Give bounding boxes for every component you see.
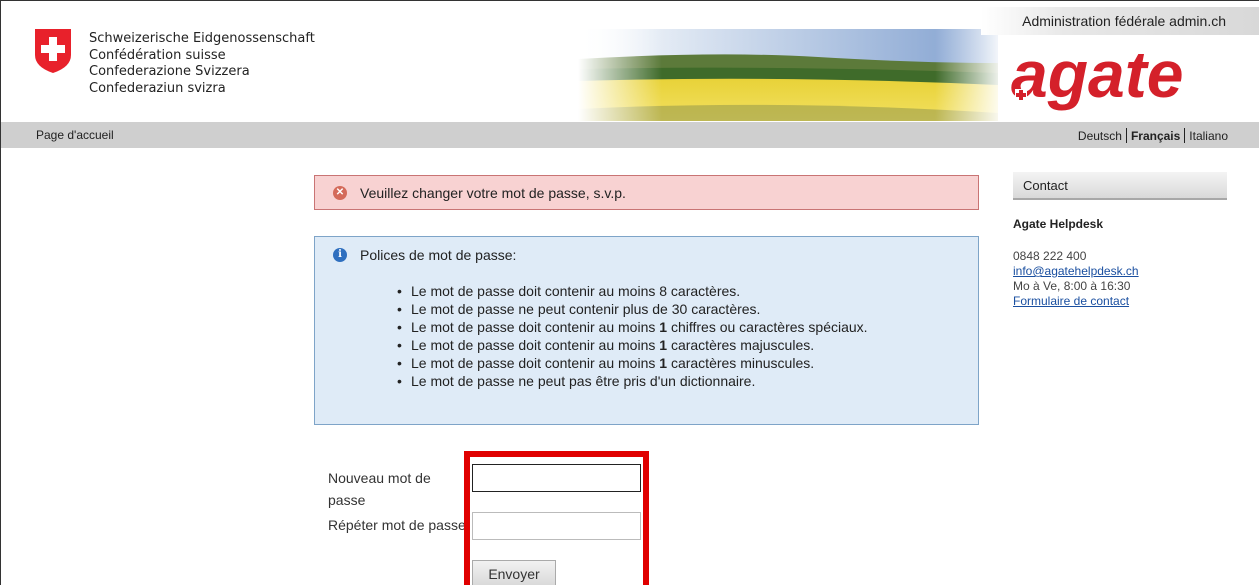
policy-rule: Le mot de passe doit contenir au moins 8… (397, 282, 868, 300)
policy-rule: Le mot de passe ne peut pas être pris d'… (397, 372, 868, 390)
repeat-password-label: Répéter mot de passe (328, 517, 466, 533)
lang-deutsch[interactable]: Deutsch (1078, 129, 1122, 143)
agate-logo-text: agate (1011, 45, 1183, 111)
confederation-line: Confédération suisse (89, 47, 226, 63)
lang-separator (1125, 128, 1127, 143)
helpdesk-hours: Mo à Ve, 8:00 à 16:30 (1013, 279, 1131, 293)
swiss-flag-icon (35, 29, 71, 73)
policy-rules: Le mot de passe doit contenir au moins 8… (397, 282, 868, 390)
top-nav: Page d'accueil Deutsch Français Italiano (1, 122, 1259, 148)
site-header: Schweizerische Eidgenossenschaft Confédé… (1, 1, 1259, 121)
error-icon: ✕ (333, 186, 347, 200)
new-password-input[interactable] (472, 464, 641, 492)
policy-rule: Le mot de passe ne peut contenir plus de… (397, 300, 868, 318)
language-switcher: Deutsch Français Italiano (1078, 128, 1228, 143)
password-policy-box: i Polices de mot de passe: Le mot de pas… (314, 236, 979, 425)
policy-rule: Le mot de passe doit contenir au moins 1… (397, 354, 868, 372)
contact-form-link[interactable]: Formulaire de contact (1013, 294, 1227, 309)
policy-rule: Le mot de passe doit contenir au moins 1… (397, 318, 868, 336)
new-password-label: Nouveau mot de passe (328, 470, 431, 508)
helpdesk-phone: 0848 222 400 (1013, 249, 1087, 263)
helpdesk-title: Agate Helpdesk (1013, 217, 1104, 231)
confederation-line: Confederazione Svizzera (89, 64, 250, 79)
info-icon: i (333, 248, 347, 262)
confederation-text: Schweizerische Eidgenossenschaft Confédé… (89, 31, 315, 97)
policy-rule: Le mot de passe doit contenir au moins 1… (397, 336, 868, 354)
submit-button[interactable]: Envoyer (472, 560, 556, 585)
error-alert: ✕ Veuillez changer votre mot de passe, s… (314, 175, 979, 210)
header-landscape-image (578, 29, 998, 121)
repeat-password-input[interactable] (472, 512, 641, 540)
page: Schweizerische Eidgenossenschaft Confédé… (0, 0, 1259, 585)
helpdesk-email-link[interactable]: info@agatehelpdesk.ch (1013, 264, 1227, 279)
agate-logo[interactable]: agate (1011, 45, 1231, 115)
contact-sidebar: Contact Agate Helpdesk 0848 222 400 info… (1013, 172, 1227, 309)
confederation-line: Confederaziun svizra (89, 80, 226, 96)
lang-francais[interactable]: Français (1131, 129, 1180, 143)
admin-link[interactable]: Administration fédérale admin.ch (1022, 13, 1226, 29)
lang-italiano[interactable]: Italiano (1189, 129, 1228, 143)
home-link[interactable]: Page d'accueil (36, 128, 114, 142)
lang-separator (1184, 128, 1186, 143)
confederation-line: Schweizerische Eidgenossenschaft (89, 31, 315, 46)
error-message: Veuillez changer votre mot de passe, s.v… (360, 185, 626, 201)
policy-title: Polices de mot de passe: (360, 247, 517, 263)
contact-heading: Contact (1013, 172, 1227, 200)
